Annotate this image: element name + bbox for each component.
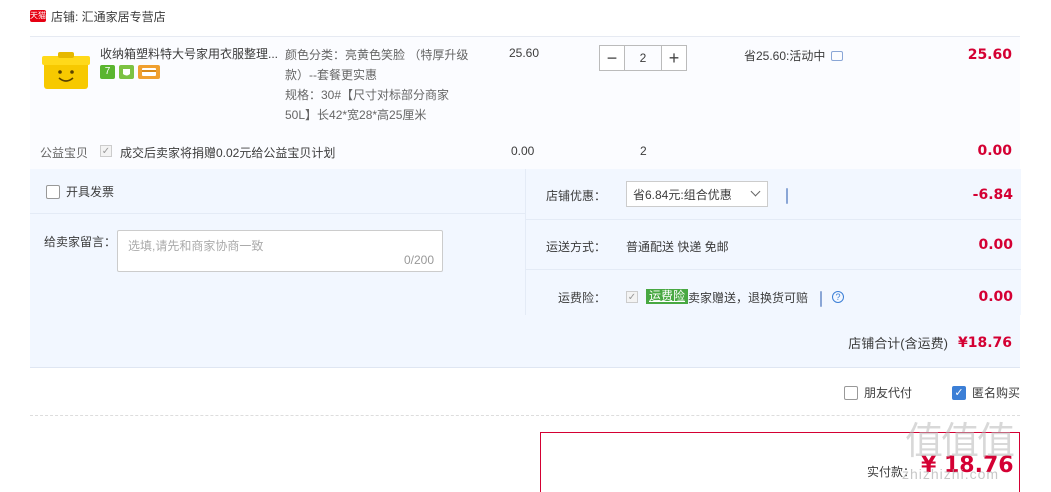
- shop-total-label: 店铺合计(含运费): [848, 336, 948, 351]
- message-placeholder: 选填,请先和商家协商一致: [128, 239, 264, 253]
- guarantee-icon[interactable]: [119, 65, 134, 79]
- friend-pay-checkbox[interactable]: [844, 385, 858, 400]
- insurance-amount: 0.00: [978, 289, 1013, 305]
- friend-pay-label: 朋友代付: [864, 386, 913, 400]
- product-thumbnail[interactable]: [40, 47, 92, 93]
- options-left: 开具发票 给卖家留言： 选填,请先和商家协商一致 0/200: [30, 169, 525, 315]
- seller-message-input[interactable]: 选填,请先和商家协商一致 0/200: [117, 230, 443, 272]
- invoice-option[interactable]: 开具发票: [46, 183, 114, 200]
- invoice-checkbox[interactable]: [46, 184, 60, 199]
- quantity-stepper: − 2 +: [599, 45, 687, 71]
- insurance-checkbox[interactable]: ✓: [626, 291, 638, 303]
- shop-total-amount: ¥18.76: [957, 334, 1012, 351]
- invoice-label: 开具发票: [66, 185, 115, 199]
- qty-minus-button[interactable]: −: [599, 45, 625, 71]
- order-options: 开具发票 给卖家留言： 选填,请先和商家协商一致 0/200 店铺优惠： 省6.…: [30, 169, 1021, 368]
- discount-label: 店铺优惠：: [545, 189, 606, 203]
- service-badges: 7: [100, 65, 160, 79]
- credit-card-icon[interactable]: [138, 65, 160, 79]
- product-title[interactable]: 收纳箱塑料特大号家用衣服整理...: [100, 45, 280, 62]
- anonymous-checkbox[interactable]: ✓: [952, 385, 966, 400]
- shipping-label: 运送方式：: [545, 240, 606, 254]
- insurance-tag[interactable]: 运费险: [646, 289, 689, 304]
- seven-day-return-icon[interactable]: 7: [100, 65, 115, 79]
- insurance-label: 运费险：: [557, 291, 606, 305]
- discount-amount: -6.84: [972, 187, 1013, 203]
- charity-text: 成交后卖家将捐赠0.02元给公益宝贝计划: [120, 146, 336, 160]
- insurance-text: 卖家赠送，退换货可赔: [688, 291, 809, 305]
- promo-note: 省25.60:活动中: [744, 47, 844, 64]
- shop-header: 天猫 店铺: 汇通家居专营店: [30, 6, 166, 26]
- charity-checkbox[interactable]: ✓: [100, 145, 112, 157]
- watermark: 值值值: [905, 421, 1015, 463]
- charity-total: 0.00: [977, 143, 1012, 159]
- discount-select[interactable]: 省6.84元:组合优惠: [626, 181, 768, 207]
- shop-total: 店铺合计(含运费) ¥18.76: [848, 333, 1012, 352]
- qty-plus-button[interactable]: +: [661, 45, 687, 71]
- charity-qty: 2: [640, 144, 647, 158]
- divider: [30, 415, 1020, 416]
- anonymous-label: 匿名购买: [972, 386, 1021, 400]
- message-label: 给卖家留言：: [44, 235, 117, 249]
- shipping-amount: 0.00: [978, 237, 1013, 253]
- tmall-icon: 天猫: [30, 10, 46, 22]
- sku-color: 颜色分类：亮黄色笑脸 （特厚升级款）--套餐更实惠: [285, 48, 469, 82]
- unit-price: 25.60: [509, 46, 540, 60]
- help-icon[interactable]: ?: [832, 291, 844, 303]
- friend-pay-option[interactable]: 朋友代付: [844, 384, 912, 401]
- options-right: 店铺优惠： 省6.84元:组合优惠 -6.84 运送方式： 普通配送 快递 免邮…: [525, 169, 1021, 315]
- message-counter: 0/200: [403, 253, 434, 267]
- chevron-down-icon: [750, 186, 761, 197]
- insurance-message-icon[interactable]: [820, 291, 822, 307]
- charity-price: 0.00: [511, 144, 535, 158]
- discount-selected: 省6.84元:组合优惠: [633, 187, 732, 202]
- discount-message-icon[interactable]: [786, 188, 788, 204]
- sku-spec: 规格：30#【尺寸对标部分商家50L】长42*宽28*高25厘米: [285, 88, 450, 122]
- watermark-url: zhizhizhi.com: [902, 466, 1000, 482]
- message-icon[interactable]: [831, 50, 844, 61]
- charity-label: 公益宝贝: [40, 146, 89, 160]
- promo-text: 省25.60:活动中: [744, 49, 826, 63]
- item-total: 25.60: [967, 47, 1012, 63]
- shop-name[interactable]: 店铺: 汇通家居专营店: [51, 8, 166, 25]
- qty-input[interactable]: 2: [625, 45, 661, 71]
- sku-info: 颜色分类：亮黄色笑脸 （特厚升级款）--套餐更实惠 规格：30#【尺寸对标部分商…: [285, 45, 470, 125]
- shipping-method: 普通配送 快递 免邮: [626, 240, 729, 254]
- item-row: 收纳箱塑料特大号家用衣服整理... 7 颜色分类：亮黄色笑脸 （特厚升级款）--…: [30, 36, 1020, 169]
- anonymous-option[interactable]: ✓ 匿名购买: [952, 384, 1020, 401]
